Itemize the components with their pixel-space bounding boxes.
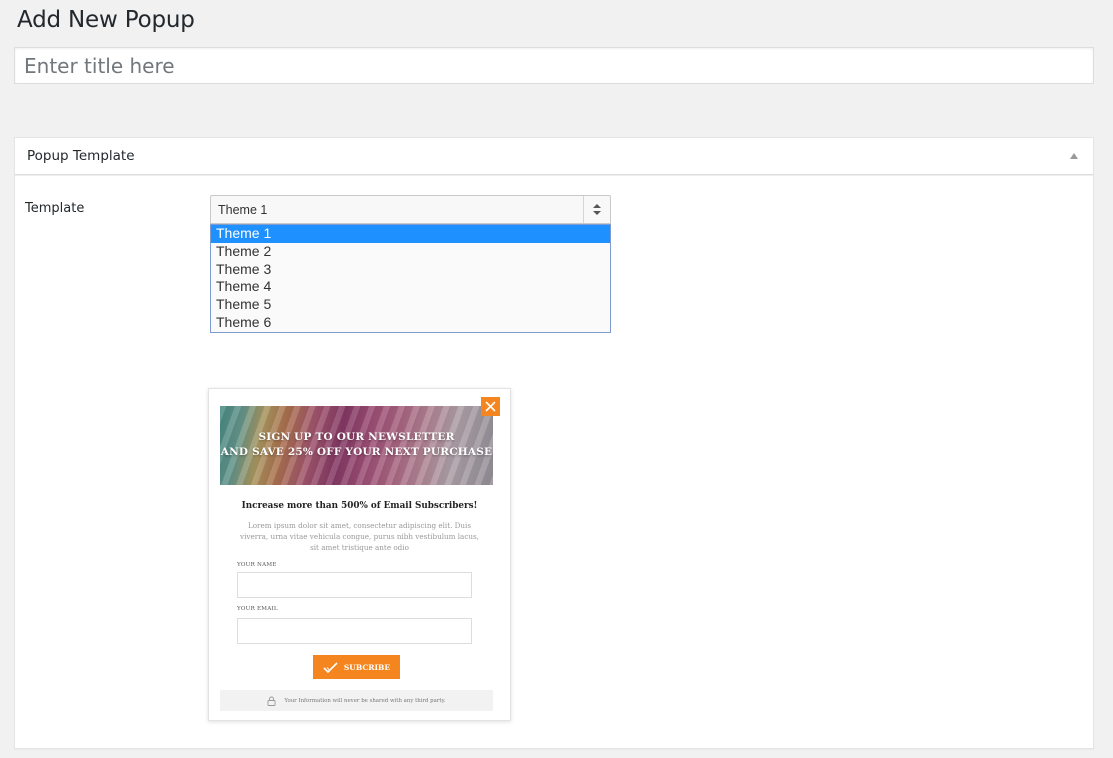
template-select-value: Theme 1	[218, 202, 268, 217]
email-field[interactable]	[237, 618, 472, 644]
lock-icon	[267, 696, 276, 706]
banner-text: SIGN UP TO OUR NEWSLETTER AND SAVE 25% O…	[220, 430, 493, 460]
dropdown-option-theme-2[interactable]: Theme 2	[211, 243, 610, 261]
page-title: Add New Popup	[17, 7, 195, 33]
dropdown-option-theme-1[interactable]: Theme 1	[211, 225, 610, 243]
preview-body-text: Lorem ipsum dolor sit amet, consectetur …	[240, 521, 479, 552]
metabox-title: Popup Template	[27, 148, 135, 164]
template-label: Template	[25, 201, 85, 216]
privacy-text: Your Information will never be shared wi…	[284, 697, 446, 704]
banner-line-1: SIGN UP TO OUR NEWSLETTER	[258, 431, 455, 443]
privacy-note: Your Information will never be shared wi…	[220, 690, 493, 711]
preview-headline: Increase more than 500% of Email Subscri…	[241, 501, 478, 511]
dropdown-option-theme-5[interactable]: Theme 5	[211, 296, 610, 314]
email-field-label: YOUR EMAIL	[237, 606, 278, 612]
updown-arrows-icon	[583, 196, 610, 223]
title-input[interactable]	[14, 47, 1094, 84]
template-preview: SIGN UP TO OUR NEWSLETTER AND SAVE 25% O…	[208, 388, 511, 721]
template-select[interactable]: Theme 1	[210, 195, 611, 224]
metabox-header[interactable]: Popup Template	[15, 138, 1093, 175]
name-field-label: YOUR NAME	[237, 562, 277, 568]
name-field[interactable]	[237, 572, 472, 598]
dropdown-option-theme-3[interactable]: Theme 3	[211, 261, 610, 279]
dropdown-option-theme-4[interactable]: Theme 4	[211, 278, 610, 296]
popup-template-metabox: Popup Template Template Theme 1 Theme 1 …	[14, 137, 1094, 749]
banner-line-2: AND SAVE 25% OFF YOUR NEXT PURCHASE	[220, 446, 493, 458]
template-dropdown-list: Theme 1 Theme 2 Theme 3 Theme 4 Theme 5 …	[210, 224, 611, 333]
close-x-icon[interactable]	[481, 397, 500, 416]
triangle-up-icon[interactable]	[1067, 149, 1081, 163]
subscribe-button[interactable]: SUBCRIBE	[313, 655, 400, 679]
checkmark-icon	[323, 661, 338, 673]
subscribe-button-label: SUBCRIBE	[343, 662, 391, 672]
dropdown-option-theme-6[interactable]: Theme 6	[211, 314, 610, 332]
preview-banner-image: SIGN UP TO OUR NEWSLETTER AND SAVE 25% O…	[220, 406, 493, 485]
